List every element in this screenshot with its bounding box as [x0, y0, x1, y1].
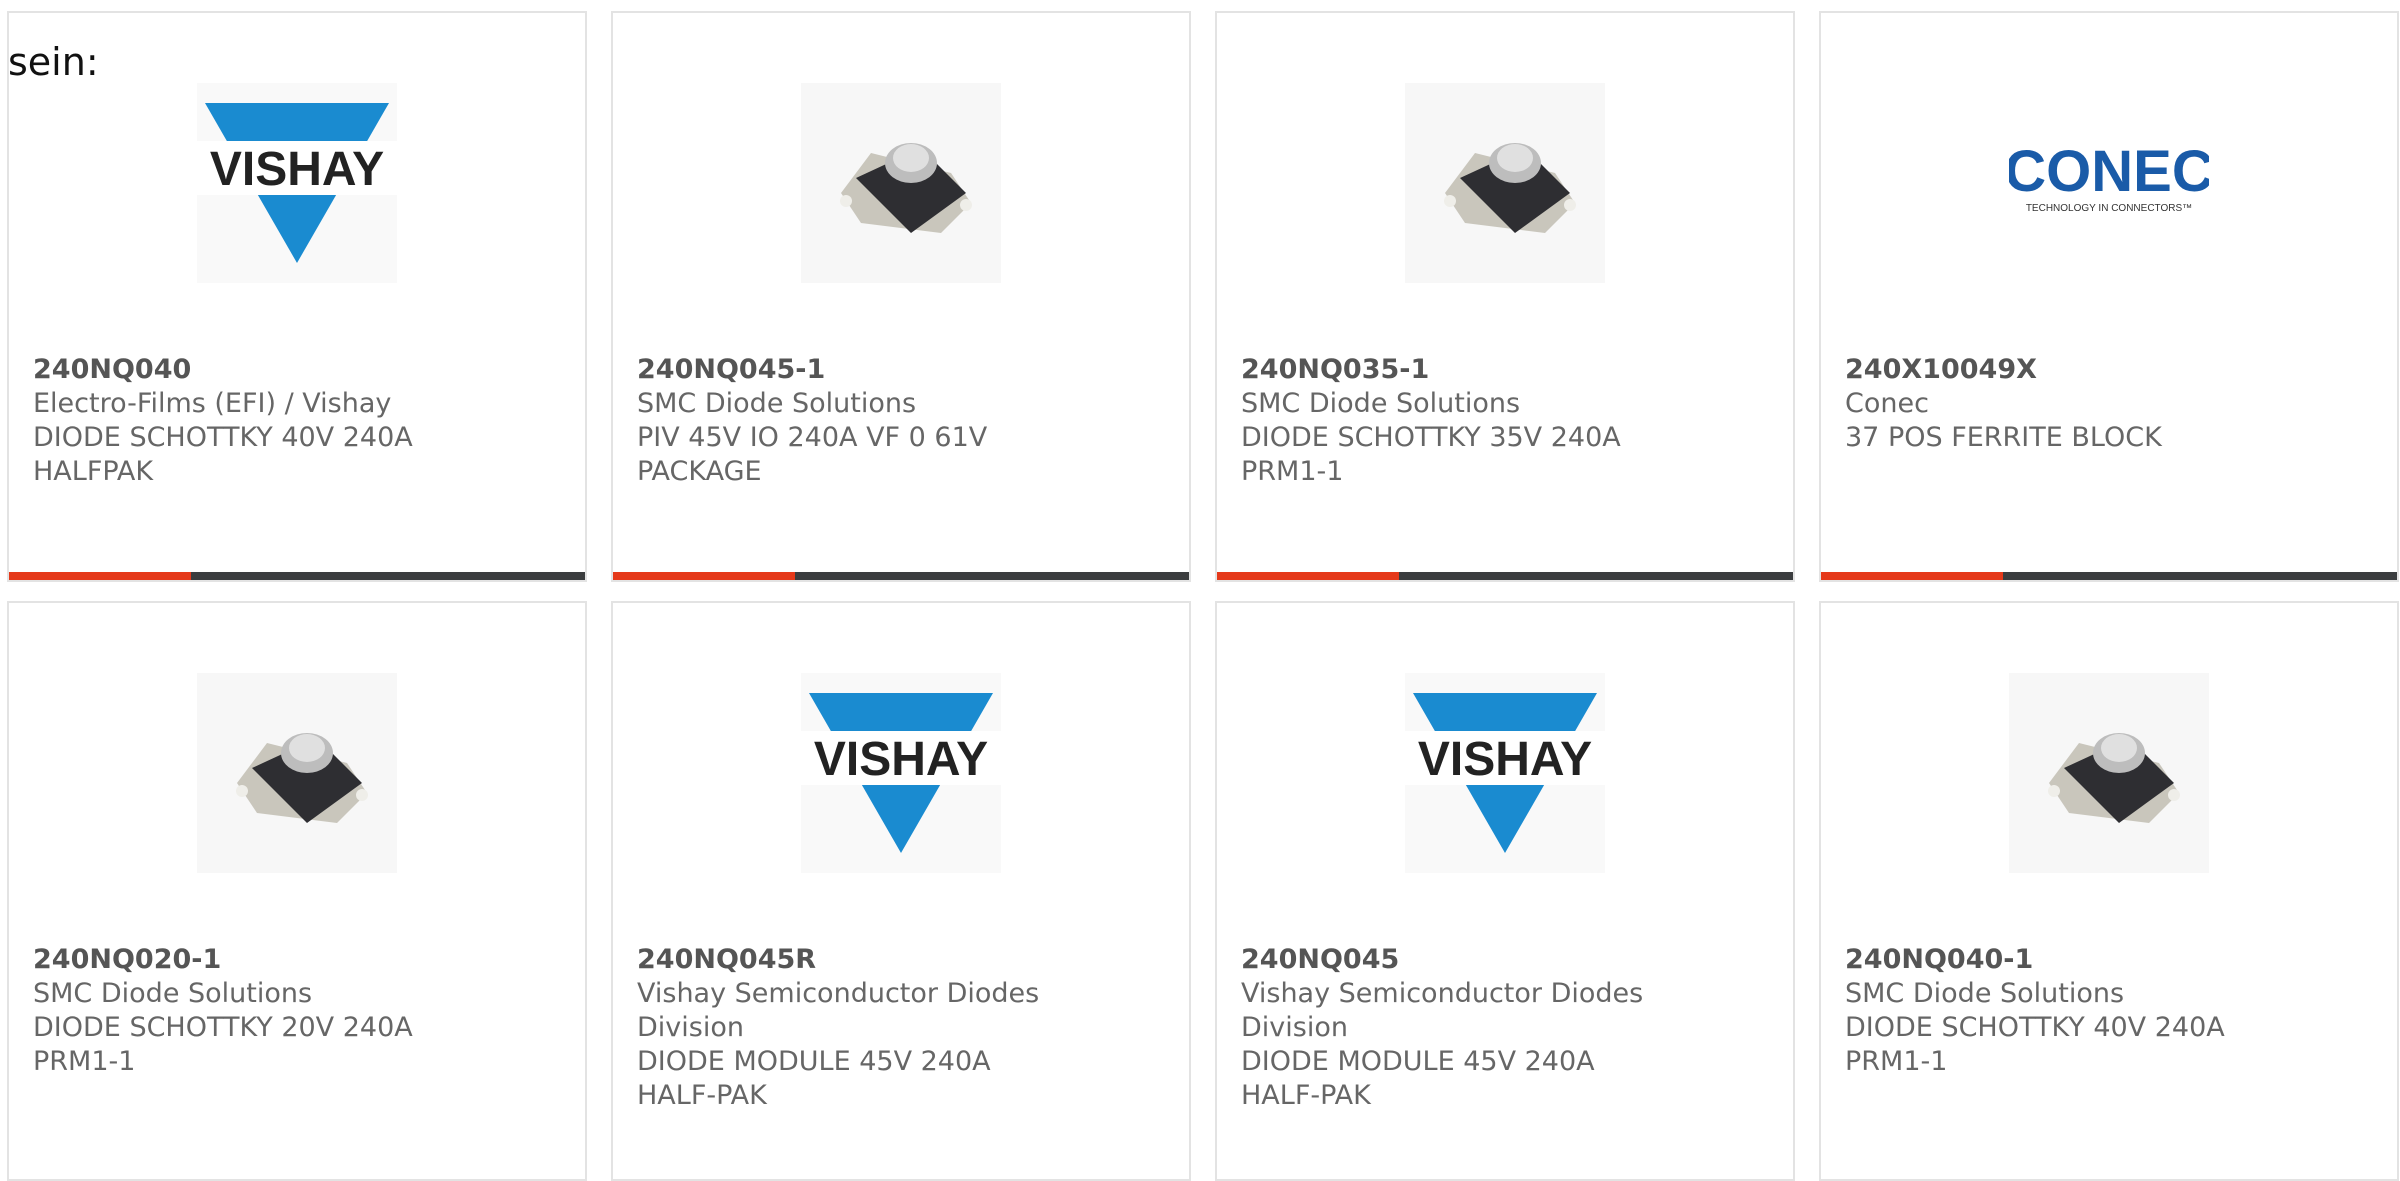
product-card[interactable]: VISHAY 240NQ045R Vishay Semiconductor Di… [611, 601, 1191, 1181]
diode-module-photo [801, 83, 1001, 283]
part-number[interactable]: 240NQ045 [1241, 943, 1769, 977]
manufacturer: Vishay Semiconductor Diodes Division [637, 978, 1040, 1043]
manufacturer: SMC Diode Solutions [637, 388, 917, 419]
vishay-logo: VISHAY [197, 83, 397, 283]
description: DIODE MODULE 45V 240A HALF-PAK [637, 1046, 991, 1111]
part-number[interactable]: 240NQ045R [637, 943, 1165, 977]
manufacturer: SMC Diode Solutions [1845, 978, 2125, 1009]
product-card[interactable]: 240NQ040-1 SMC Diode Solutions DIODE SCH… [1819, 601, 2399, 1181]
product-card[interactable]: 240NQ035-1 SMC Diode Solutions DIODE SCH… [1215, 11, 1795, 582]
diode-module-photo [2009, 673, 2209, 873]
vishay-logo: VISHAY [1405, 673, 1605, 873]
part-number[interactable]: 240NQ040 [33, 353, 561, 387]
conec-logo: CONEC TECHNOLOGY IN CONNECTORS™ [2009, 83, 2209, 283]
card-bottom-bar [613, 572, 1189, 580]
conec-logo-tagline: TECHNOLOGY IN CONNECTORS™ [2026, 203, 2192, 214]
vishay-logo-text: VISHAY [814, 733, 988, 786]
product-card[interactable]: 240NQ020-1 SMC Diode Solutions DIODE SCH… [7, 601, 587, 1181]
part-number[interactable]: 240X10049X [1845, 353, 2373, 387]
product-grid: VISHAY 240NQ040 Electro-Films (EFI) / Vi… [0, 0, 2400, 1181]
part-number[interactable]: 240NQ040-1 [1845, 943, 2373, 977]
conec-logo-text: CONEC [2009, 139, 2209, 204]
description: DIODE MODULE 45V 240A HALF-PAK [1241, 1046, 1595, 1111]
description: PIV 45V IO 240A VF 0 61V PACKAGE [637, 422, 988, 487]
manufacturer: SMC Diode Solutions [33, 978, 313, 1009]
product-card[interactable]: 240NQ045-1 SMC Diode Solutions PIV 45V I… [611, 11, 1191, 582]
description: DIODE SCHOTTKY 35V 240A PRM1-1 [1241, 422, 1621, 487]
diode-module-photo [197, 673, 397, 873]
diode-module-photo [1405, 83, 1605, 283]
card-bottom-bar [9, 572, 585, 580]
manufacturer: Conec [1845, 388, 1929, 419]
product-card[interactable]: VISHAY 240NQ045 Vishay Semiconductor Dio… [1215, 601, 1795, 1181]
description: DIODE SCHOTTKY 40V 240A HALFPAK [33, 422, 413, 487]
description: DIODE SCHOTTKY 20V 240A PRM1-1 [33, 1012, 413, 1077]
manufacturer: Electro-Films (EFI) / Vishay [33, 388, 392, 419]
vishay-logo-text: VISHAY [1418, 733, 1592, 786]
manufacturer: SMC Diode Solutions [1241, 388, 1521, 419]
description: 37 POS FERRITE BLOCK [1845, 422, 2162, 453]
vishay-logo-text: VISHAY [210, 143, 384, 196]
part-number[interactable]: 240NQ045-1 [637, 353, 1165, 387]
description: DIODE SCHOTTKY 40V 240A PRM1-1 [1845, 1012, 2225, 1077]
lead-text: sein: [8, 40, 99, 84]
vishay-logo: VISHAY [801, 673, 1001, 873]
card-bottom-bar [1821, 572, 2397, 580]
product-card[interactable]: VISHAY 240NQ040 Electro-Films (EFI) / Vi… [7, 11, 587, 582]
product-card[interactable]: CONEC TECHNOLOGY IN CONNECTORS™ 240X1004… [1819, 11, 2399, 582]
card-bottom-bar [1217, 572, 1793, 580]
part-number[interactable]: 240NQ020-1 [33, 943, 561, 977]
part-number[interactable]: 240NQ035-1 [1241, 353, 1769, 387]
manufacturer: Vishay Semiconductor Diodes Division [1241, 978, 1644, 1043]
